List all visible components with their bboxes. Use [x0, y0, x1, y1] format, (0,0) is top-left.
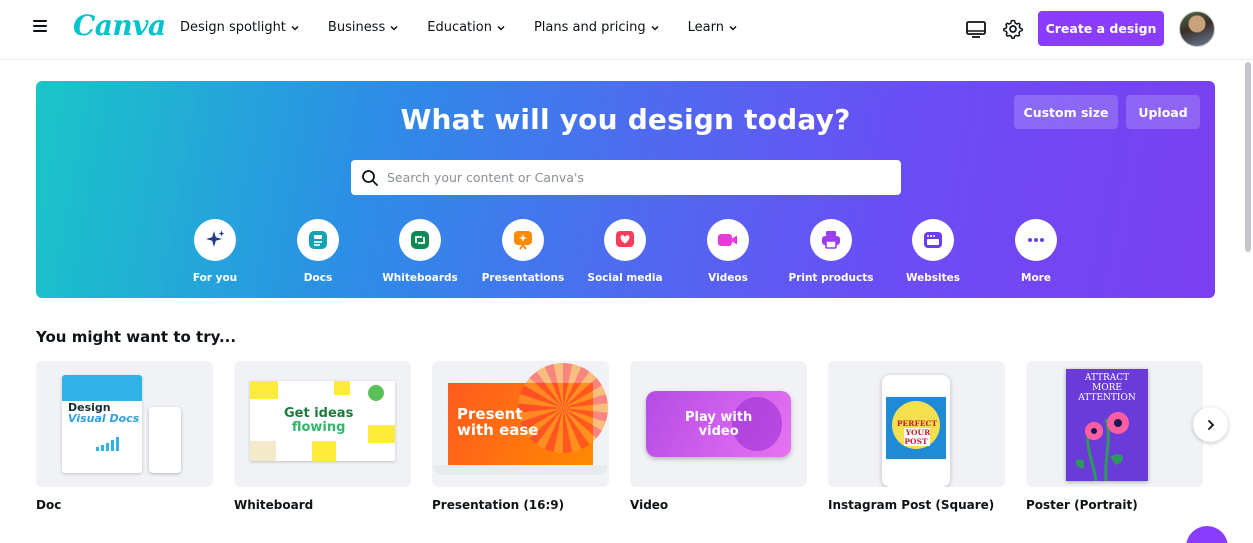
category-circle [297, 219, 339, 261]
carousel-next-button[interactable] [1193, 407, 1228, 442]
nav-item-business[interactable]: Business [328, 20, 399, 35]
template-card-whiteboard[interactable]: Get ideas flowing Whiteboard [234, 361, 411, 512]
search-bar [351, 160, 901, 195]
thumbnail-text: Present with ease [457, 405, 539, 439]
chevron-down-icon [729, 25, 737, 31]
nav-menu: Design spotlight Business Education Plan… [180, 20, 766, 35]
search-input[interactable] [387, 170, 887, 185]
thumbnail-text: Play with video [685, 410, 753, 439]
card-label: Poster (Portrait) [1026, 498, 1138, 512]
template-card-poster[interactable]: ATTRACT MORE ATTENTION Poster (Portrait) [1026, 361, 1203, 512]
category-label: More [1021, 272, 1051, 284]
category-label: For you [192, 272, 238, 284]
template-thumbnail: Play with video [630, 361, 807, 487]
template-thumbnail: Present with ease [432, 361, 609, 487]
category-circle [502, 219, 544, 261]
nav-item-label: Plans and pricing [533, 20, 646, 35]
category-label: Presentations [481, 272, 565, 284]
create-design-button[interactable]: Create a design [1038, 11, 1164, 46]
nav-item-label: Education [427, 20, 492, 35]
category-for-you[interactable]: For you [170, 219, 260, 284]
laptop-base-shape [434, 465, 607, 475]
category-circle [1015, 219, 1057, 261]
category-whiteboards[interactable]: Whiteboards [375, 219, 465, 284]
scrollbar[interactable] [1245, 62, 1251, 252]
thumbnail-text: ATTRACT MORE ATTENTION [1078, 373, 1136, 403]
doc-bars [96, 437, 119, 451]
category-label: Whiteboards [382, 272, 458, 284]
nav-item-education[interactable]: Education [427, 20, 506, 35]
category-circle [194, 219, 236, 261]
category-circle [604, 219, 646, 261]
thumbnail-text: Get ideas flowing [284, 406, 354, 435]
section-title: You might want to try... [36, 328, 237, 346]
heart-icon [616, 231, 634, 247]
avatar[interactable] [1179, 11, 1215, 47]
chevron-down-icon [390, 25, 398, 31]
sparkle-icon [206, 230, 225, 247]
category-label: Print products [788, 272, 874, 284]
presentation-icon [514, 231, 532, 250]
template-thumbnail: PERFECT YOUR POST [828, 361, 1005, 487]
category-label: Docs [303, 272, 333, 284]
category-label: Websites [905, 272, 961, 284]
template-thumbnail: Design Visual Docs [36, 361, 213, 487]
hero-banner: What will you design today? Custom size … [36, 81, 1215, 298]
category-circle [810, 219, 852, 261]
help-button[interactable] [1186, 526, 1228, 543]
upload-button[interactable]: Upload [1126, 95, 1200, 129]
nav-item-plans-and-pricing[interactable]: Plans and pricing [534, 20, 660, 35]
card-label: Video [630, 498, 669, 512]
category-more[interactable]: More [991, 219, 1081, 284]
nav-item-learn[interactable]: Learn [688, 20, 738, 35]
custom-size-button[interactable]: Custom size [1014, 95, 1118, 129]
chevron-down-icon [497, 25, 505, 31]
menu-icon[interactable] [33, 20, 47, 34]
chevron-down-icon [651, 25, 659, 31]
card-label: Doc [36, 498, 62, 512]
video-icon [718, 234, 737, 246]
category-circle [399, 219, 441, 261]
nav-item-label: Learn [687, 20, 724, 35]
category-circle [707, 219, 749, 261]
desktop-icon[interactable] [964, 17, 988, 41]
search-icon [362, 169, 378, 186]
card-label: Whiteboard [234, 498, 314, 512]
category-presentations[interactable]: Presentations [478, 219, 568, 284]
category-social-media[interactable]: Social media [580, 219, 670, 284]
card-label: Presentation (16:9) [432, 498, 565, 512]
template-card-doc[interactable]: Design Visual Docs Doc [36, 361, 213, 512]
nav-item-label: Design spotlight [180, 20, 286, 35]
doc-icon [309, 231, 327, 249]
template-card-instagram-post[interactable]: PERFECT YOUR POST Instagram Post (Square) [828, 361, 1005, 512]
thumbnail-text: PERFECT YOUR POST [896, 419, 938, 446]
canva-logo[interactable]: Canva [73, 9, 166, 42]
doc-phone-shape [149, 407, 181, 473]
thumbnail-text: Design Visual Docs [68, 401, 140, 425]
card-label: Instagram Post (Square) [828, 498, 995, 512]
category-label: Social media [587, 272, 663, 284]
template-thumbnail: Get ideas flowing [234, 361, 411, 487]
printer-icon [822, 231, 840, 249]
category-videos[interactable]: Videos [683, 219, 773, 284]
category-circle [912, 219, 954, 261]
template-card-presentation[interactable]: Present with ease Presentation (16:9) [432, 361, 609, 512]
category-websites[interactable]: Websites [888, 219, 978, 284]
category-docs[interactable]: Docs [273, 219, 363, 284]
browser-icon [924, 232, 942, 248]
more-icon [1028, 238, 1044, 242]
nav-item-design-spotlight[interactable]: Design spotlight [180, 20, 300, 35]
template-card-video[interactable]: Play with video Video [630, 361, 807, 512]
category-label: Videos [708, 272, 748, 284]
chevron-right-icon [1207, 419, 1214, 430]
gear-icon[interactable] [1001, 17, 1025, 41]
nav-item-label: Business [327, 20, 386, 35]
template-thumbnail: ATTRACT MORE ATTENTION [1026, 361, 1203, 487]
category-print-products[interactable]: Print products [786, 219, 876, 284]
whiteboard-icon [411, 231, 429, 249]
chevron-down-icon [291, 25, 299, 31]
top-nav: Canva Design spotlight Business Educatio… [0, 0, 1253, 60]
